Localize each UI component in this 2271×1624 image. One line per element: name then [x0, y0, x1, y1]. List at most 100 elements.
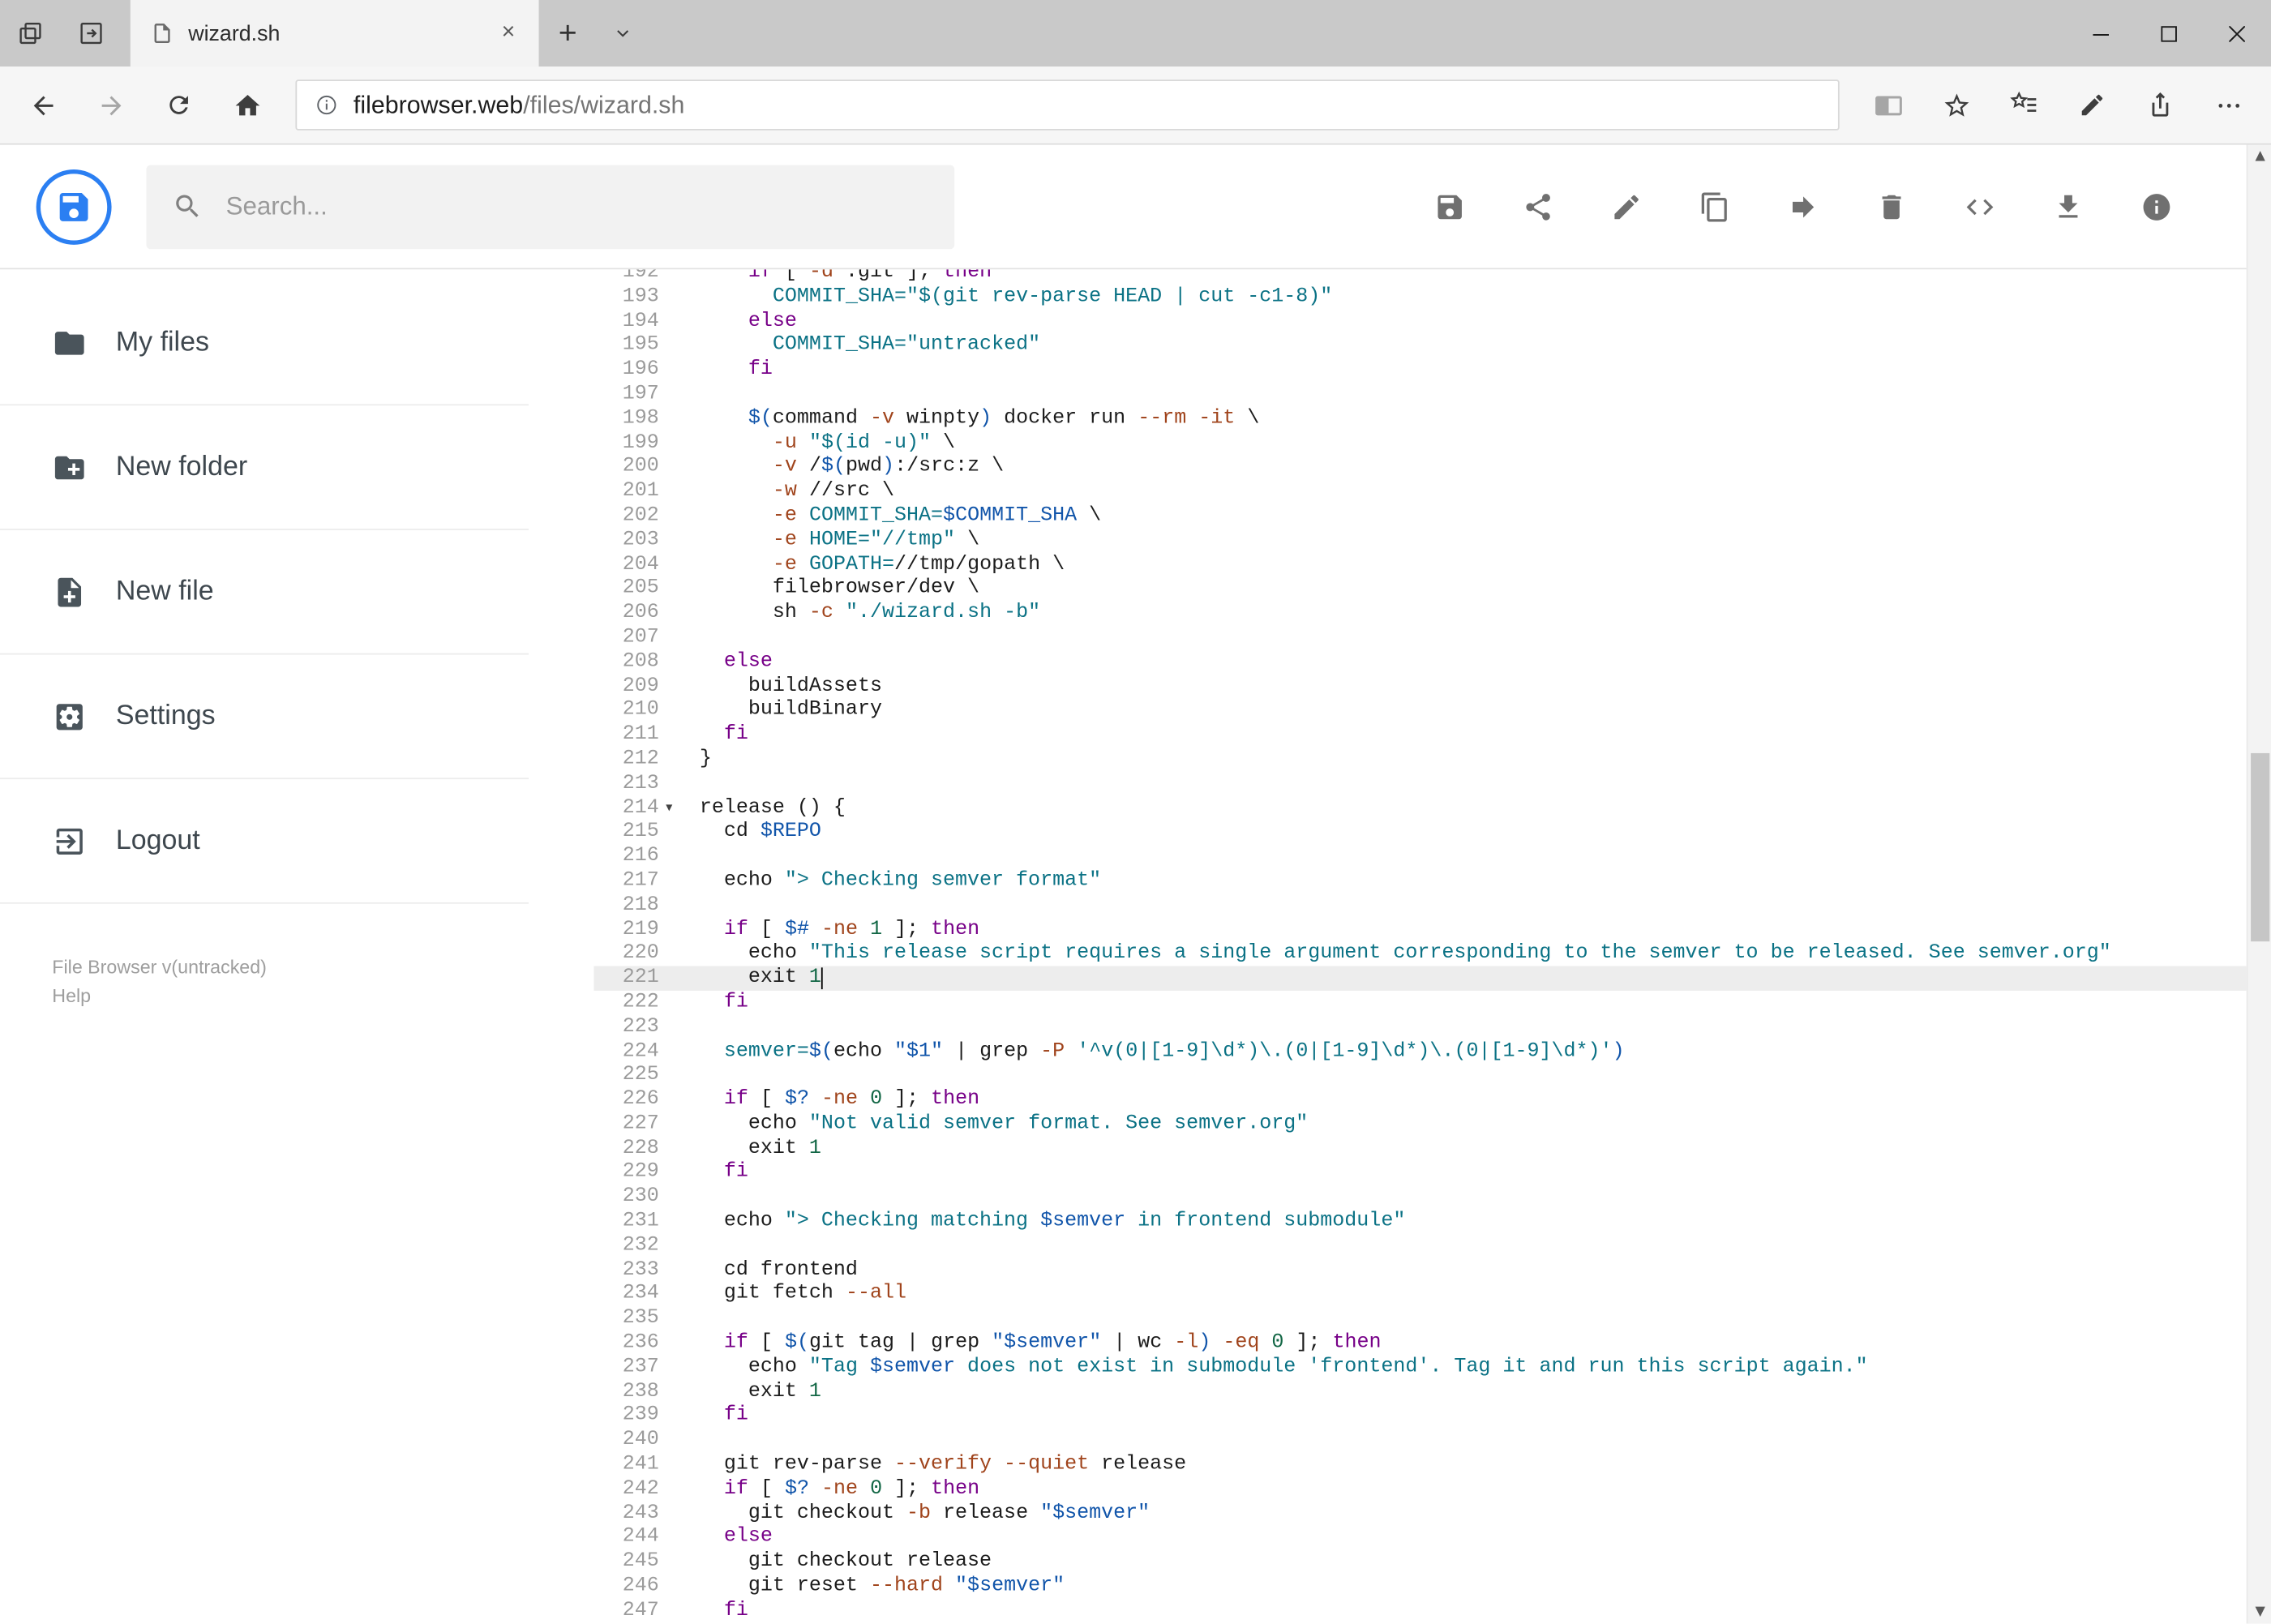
hub-favorites-icon[interactable] [1990, 73, 2059, 137]
code-line[interactable]: 229 fi [593, 1161, 2246, 1185]
rename-icon[interactable] [1609, 189, 1644, 224]
code-line[interactable]: 246 git reset --hard "$semver" [593, 1575, 2246, 1599]
move-icon[interactable] [1786, 189, 1821, 224]
search-input[interactable] [223, 190, 929, 224]
code-line[interactable]: 212} [593, 748, 2246, 772]
code-line[interactable]: 226 if [ $? -ne 0 ]; then [593, 1088, 2246, 1112]
code-line[interactable]: 193 COMMIT_SHA="$(git rev-parse HEAD | c… [593, 285, 2246, 310]
browser-tab[interactable]: wizard.sh × [130, 0, 539, 67]
code-line[interactable]: 221 exit 1 [593, 966, 2247, 991]
code-line[interactable]: 222 fi [593, 991, 2246, 1015]
code-line[interactable]: 203 -e HOME="//tmp" \ [593, 529, 2246, 553]
favorite-star-icon[interactable] [1922, 73, 1990, 137]
sidebar-item-new-folder[interactable]: New folder [0, 405, 529, 530]
code-line[interactable]: 194 else [593, 310, 2246, 334]
copy-icon[interactable] [1698, 189, 1733, 224]
code-line[interactable]: 243 git checkout -b release "$semver" [593, 1502, 2246, 1526]
tab-list-chevron-icon[interactable] [597, 0, 649, 66]
home-icon[interactable] [213, 73, 281, 137]
code-line[interactable]: 218 [593, 893, 2246, 918]
share-icon[interactable] [2126, 73, 2194, 137]
refresh-icon[interactable] [145, 73, 213, 137]
raw-code-icon[interactable] [1963, 189, 1998, 224]
code-line[interactable]: 220 echo "This release script requires a… [593, 942, 2246, 966]
url-field[interactable]: filebrowser.web/files/wizard.sh [295, 79, 1840, 131]
code-line[interactable]: 247 fi [593, 1599, 2246, 1623]
fold-arrow-icon[interactable]: ▾ [659, 796, 679, 821]
code-line[interactable]: 230 [593, 1185, 2246, 1210]
back-icon[interactable] [9, 73, 77, 137]
code-line[interactable]: 195 COMMIT_SHA="untracked" [593, 334, 2246, 358]
code-line[interactable]: 216 [593, 845, 2246, 869]
code-line[interactable]: 232 [593, 1234, 2246, 1258]
tab-close-icon[interactable]: × [490, 15, 527, 52]
code-line[interactable]: 223 [593, 1015, 2246, 1039]
code-line[interactable]: 219 if [ $# -ne 1 ]; then [593, 918, 2246, 942]
code-line[interactable]: 235 [593, 1307, 2246, 1331]
code-line[interactable]: 245 git checkout release [593, 1550, 2246, 1575]
page-scrollbar[interactable]: ▲ ▼ [2246, 144, 2271, 1624]
code-line[interactable]: 197 [593, 383, 2246, 407]
code-line[interactable]: 224 semver=$(echo "$1" | grep -P '^v(0|[… [593, 1039, 2246, 1064]
code-line[interactable]: 208 else [593, 650, 2246, 675]
code-line[interactable]: 225 [593, 1064, 2246, 1088]
share-file-icon[interactable] [1521, 189, 1556, 224]
more-options-icon[interactable] [2194, 73, 2262, 137]
scroll-down-icon[interactable]: ▼ [2247, 1605, 2271, 1619]
code-line[interactable]: 206 sh -c "./wizard.sh -b" [593, 602, 2246, 626]
help-link[interactable]: Help [52, 982, 267, 1011]
code-line[interactable]: 239 fi [593, 1404, 2246, 1429]
code-line[interactable]: 217 echo "> Checking semver format" [593, 869, 2246, 893]
sidebar-item-new-file[interactable]: New file [0, 530, 529, 655]
code-line[interactable]: 214 ▾ release () { [593, 796, 2246, 821]
code-line[interactable]: 227 echo "Not valid semver format. See s… [593, 1112, 2246, 1137]
reading-view-icon[interactable] [1854, 73, 1922, 137]
code-line[interactable]: 196 fi [593, 358, 2246, 383]
set-aside-tabs-icon[interactable] [0, 0, 61, 66]
code-line[interactable]: 202 -e COMMIT_SHA=$COMMIT_SHA \ [593, 504, 2246, 529]
code-line[interactable]: 211 fi [593, 723, 2246, 748]
code-line[interactable]: 205 filebrowser/dev \ [593, 577, 2246, 602]
scroll-up-icon[interactable]: ▲ [2247, 149, 2271, 164]
site-info-icon[interactable] [315, 92, 339, 117]
code-line[interactable]: 238 exit 1 [593, 1380, 2246, 1404]
code-line[interactable]: 236 if [ $(git tag | grep "$semver" | wc… [593, 1331, 2246, 1356]
sidebar-item-my-files[interactable]: My files [0, 281, 529, 406]
tabs-preview-icon[interactable] [61, 0, 122, 66]
search-box[interactable] [146, 164, 955, 249]
scrollbar-thumb[interactable] [2251, 752, 2270, 942]
minimize-button[interactable] [2067, 0, 2135, 66]
code-line[interactable]: 192 if [ -d .git ]; then [593, 269, 2246, 285]
sidebar-item-settings[interactable]: Settings [0, 654, 529, 780]
code-line[interactable]: 198 $(command -v winpty) docker run --rm… [593, 407, 2246, 431]
save-icon[interactable] [1433, 189, 1468, 224]
download-icon[interactable] [2051, 189, 2086, 224]
code-line[interactable]: 228 exit 1 [593, 1137, 2246, 1161]
code-line[interactable]: 213 [593, 772, 2246, 796]
new-tab-button[interactable]: + [539, 0, 597, 66]
code-line[interactable]: 231 echo "> Checking matching $semver in… [593, 1210, 2246, 1234]
code-line[interactable]: 210 buildBinary [593, 699, 2246, 723]
code-line[interactable]: 201 -w //src \ [593, 480, 2246, 504]
code-editor[interactable]: 192 if [ -d .git ]; then 193 COMMIT_SHA="… [593, 269, 2247, 1624]
code-line[interactable]: 234 git fetch --all [593, 1283, 2246, 1307]
code-line[interactable]: 233 cd frontend [593, 1258, 2246, 1283]
code-line[interactable]: 209 buildAssets [593, 675, 2246, 699]
code-line[interactable]: 204 -e GOPATH=//tmp/gopath \ [593, 553, 2246, 577]
code-line[interactable]: 215 cd $REPO [593, 821, 2246, 845]
code-line[interactable]: 237 echo "Tag $semver does not exist in … [593, 1356, 2246, 1380]
code-line[interactable]: 244 else [593, 1526, 2246, 1550]
code-line[interactable]: 199 -u "$(id -u)" \ [593, 431, 2246, 456]
code-line[interactable]: 242 if [ $? -ne 0 ]; then [593, 1477, 2246, 1502]
web-note-pen-icon[interactable] [2058, 73, 2126, 137]
delete-icon[interactable] [1875, 189, 1909, 224]
sidebar-item-logout[interactable]: Logout [0, 779, 529, 904]
code-line[interactable]: 200 -v /$(pwd):/src:z \ [593, 456, 2246, 480]
code-line[interactable]: 240 [593, 1429, 2246, 1453]
maximize-button[interactable] [2135, 0, 2203, 66]
code-line[interactable]: 207 [593, 626, 2246, 650]
info-icon[interactable] [2140, 189, 2175, 224]
close-button[interactable] [2203, 0, 2271, 66]
code-line[interactable]: 241 git rev-parse --verify --quiet relea… [593, 1453, 2246, 1477]
forward-icon[interactable] [77, 73, 145, 137]
